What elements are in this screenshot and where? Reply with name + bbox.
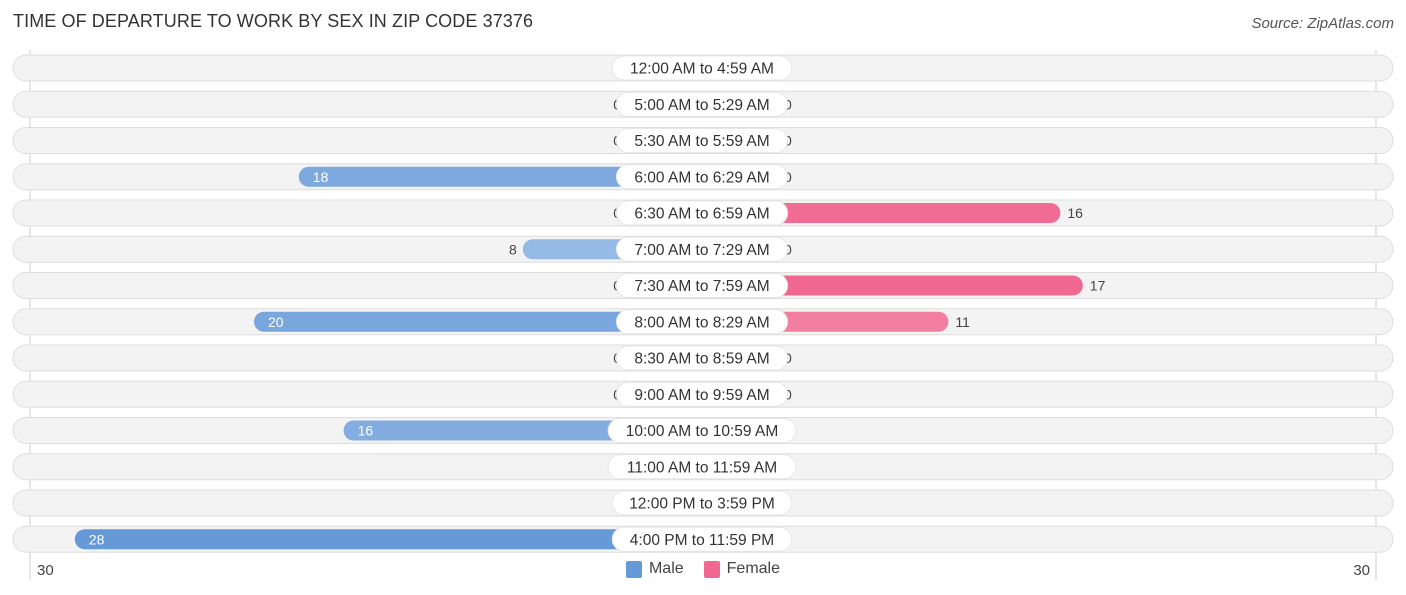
category-label: 9:00 AM to 9:59 AM — [634, 387, 769, 404]
value-label-male: 28 — [89, 531, 105, 547]
category-label: 12:00 AM to 4:59 AM — [630, 61, 774, 78]
category-label: 6:30 AM to 6:59 AM — [634, 206, 769, 223]
bar-row: 0012:00 AM to 4:59 AM — [12, 54, 1394, 82]
category-label: 7:30 AM to 7:59 AM — [634, 278, 769, 295]
category-label: 8:30 AM to 8:59 AM — [634, 351, 769, 368]
value-label-female: 16 — [1067, 205, 1083, 221]
legend-swatch-male — [625, 560, 642, 578]
category-label: 7:00 AM to 7:29 AM — [634, 242, 769, 259]
category-label: 5:00 AM to 5:29 AM — [634, 97, 769, 114]
bar-row: 2804:00 PM to 11:59 PM — [12, 525, 1394, 553]
value-label-male: 18 — [313, 169, 329, 185]
category-label: 10:00 AM to 10:59 AM — [626, 423, 779, 440]
category-label: 6:00 AM to 6:29 AM — [634, 169, 769, 186]
bar-row: 807:00 AM to 7:29 AM — [12, 235, 1394, 263]
bar-row: 009:00 AM to 9:59 AM — [12, 380, 1394, 408]
legend-label-female: Female — [726, 560, 781, 577]
category-label: 11:00 AM to 11:59 AM — [627, 459, 777, 476]
bar-row: 008:30 AM to 8:59 AM — [12, 344, 1394, 372]
bar-row: 20 11 8:00 AM to 8:29 AM — [12, 308, 1394, 336]
bar-row: 1806:00 AM to 6:29 AM — [12, 163, 1394, 191]
chart-plot: 0012:00 AM to 4:59 AM 005:00 AM to 5:29 A… — [12, 50, 1394, 580]
bar-row: 16010:00 AM to 10:59 AM — [12, 417, 1394, 444]
legend-label-male: Male — [648, 560, 684, 577]
bar-row: 0166:30 AM to 6:59 AM — [12, 199, 1394, 227]
bar-row: 0012:00 PM to 3:59 PM — [12, 489, 1394, 517]
value-label-male: 8 — [509, 241, 517, 257]
legend: Male Female — [0, 560, 1406, 578]
bar-male — [74, 529, 703, 550]
bar-row: 0177:30 AM to 7:59 AM — [12, 272, 1394, 299]
value-label-male: 20 — [268, 314, 284, 330]
category-label: 12:00 PM to 3:59 PM — [629, 496, 775, 513]
category-label: 8:00 AM to 8:29 AM — [634, 314, 769, 331]
bar-row: 005:00 AM to 5:29 AM — [12, 90, 1394, 118]
category-label: 5:30 AM to 5:59 AM — [634, 133, 769, 150]
bar-row: 005:30 AM to 5:59 AM — [12, 127, 1394, 154]
value-label-female: 11 — [955, 314, 970, 330]
value-label-female: 17 — [1090, 278, 1106, 294]
legend-item-male[interactable]: Male — [625, 560, 684, 578]
bar-row: 0011:00 AM to 11:59 AM — [12, 453, 1394, 481]
legend-item-female[interactable]: Female — [703, 560, 781, 578]
category-label: 4:00 PM to 11:59 PM — [630, 532, 774, 549]
legend-swatch-female — [703, 560, 720, 578]
value-label-male: 16 — [358, 423, 374, 439]
